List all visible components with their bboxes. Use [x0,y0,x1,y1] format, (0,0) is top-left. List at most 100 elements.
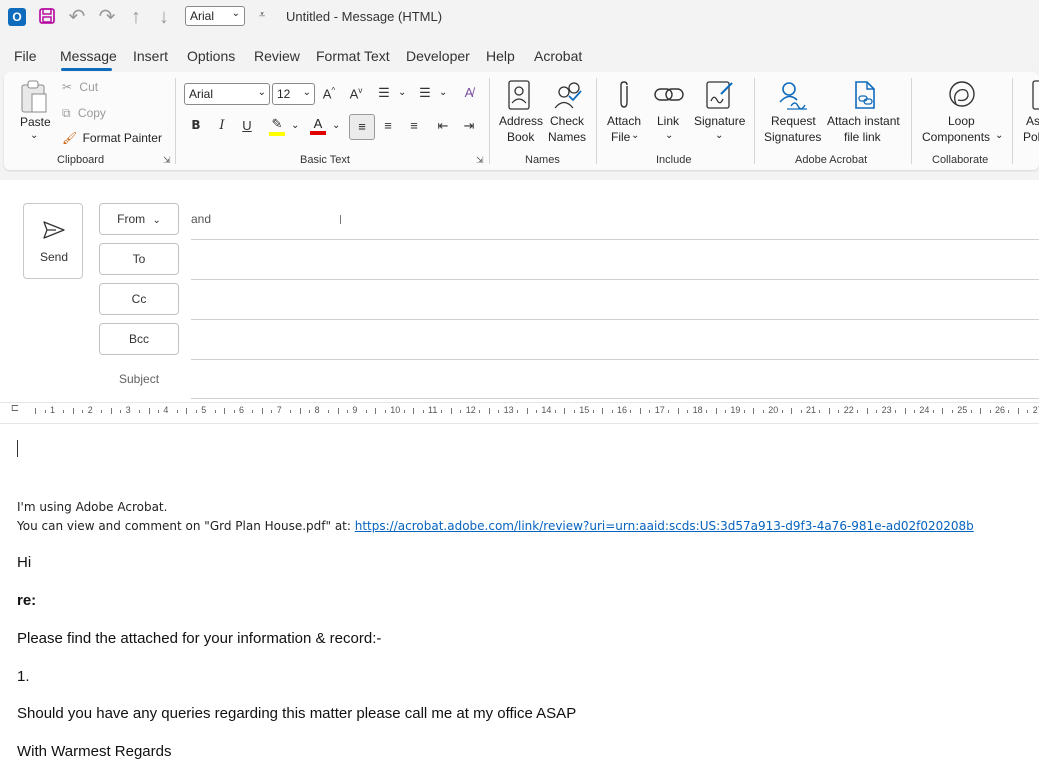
acrobat-review-link[interactable]: https://acrobat.adobe.com/link/review?ur… [355,519,974,533]
link-button[interactable]: Link ⌄ [652,78,686,148]
ruler-tick-label: 15 [579,405,590,415]
from-button[interactable]: From ⌄ [99,203,179,235]
attach-file-button[interactable]: Attach File ⌄ [604,78,646,148]
request-signatures-button[interactable]: Request Signatures [762,78,824,148]
tab-insert[interactable]: Insert [133,48,168,64]
ruler-minor-tick [120,410,122,413]
numbering-icon[interactable]: ☰ [415,85,435,101]
overflow-ribbon-button[interactable]: As Pol [1020,78,1039,148]
bcc-field[interactable] [191,323,1039,358]
signature-button[interactable]: Signature ⌄ [692,78,748,148]
chevron-down-icon: ⌄ [257,87,266,98]
highlight-icon[interactable]: ✎ [267,116,287,136]
ruler-tick-label: 26 [995,405,1006,415]
grow-font-icon[interactable]: A^ [319,86,339,101]
to-button[interactable]: To [99,243,179,275]
ruler-minor-tick [668,410,670,413]
ruler-tick-label: 24 [919,405,930,415]
ruler-minor-tick [554,410,556,413]
chevron-down-icon[interactable]: ⌄ [439,87,447,98]
increase-indent-icon[interactable]: ⇥ [459,118,479,134]
body-cursor [17,440,18,457]
ruler-tick-label: 12 [465,405,476,415]
bullets-icon[interactable]: ☰ [374,85,394,101]
font-size-select[interactable]: 12 ⌄ [272,83,315,105]
ruler-minor-tick [139,410,141,413]
ruler-minor-tick [44,410,46,413]
arrow-down-icon[interactable]: ↓ [153,7,175,27]
ruler-minor-tick [460,410,462,413]
address-book-label-2: Book [507,130,535,144]
save-icon[interactable] [38,7,56,25]
italic-button[interactable]: I [212,118,232,133]
bold-button[interactable]: B [186,118,206,132]
font-color-icon[interactable]: A [308,116,328,135]
align-left-button[interactable]: ≡ [349,114,375,140]
arrow-up-icon[interactable]: ↑ [125,7,147,27]
ruler-tick-label: 11 [428,405,438,415]
check-names-button[interactable]: Check Names [546,78,590,148]
format-painter-button[interactable]: 🖌 Format Painter [62,131,162,145]
bcc-underline [191,359,1039,360]
decrease-indent-icon[interactable]: ⇤ [433,118,453,134]
quick-font-select[interactable]: Arial ⌄ [185,6,245,26]
align-center-icon[interactable]: ≡ [378,118,398,133]
ruler-minor-tick [649,410,651,413]
tab-file[interactable]: File [14,48,37,64]
address-book-button[interactable]: Address Book [496,78,544,148]
ruler-minor-tick [791,408,793,414]
ruler-tick-label: 20 [768,405,779,415]
paste-button[interactable]: Paste ⌄ [14,78,54,144]
tab-review[interactable]: Review [254,48,300,64]
undo-icon[interactable]: ↶ [66,7,88,27]
tab-message[interactable]: Message [60,48,117,64]
tab-stop-selector-icon[interactable]: ⊏ [9,403,21,421]
ruler-minor-tick [970,410,972,413]
chevron-down-icon[interactable]: ⌄ [332,120,340,131]
ruler-minor-tick [309,410,311,413]
tab-developer[interactable]: Developer [406,48,470,64]
font-family-select[interactable]: Arial ⌄ [184,83,270,105]
underline-button[interactable]: U [237,118,257,133]
dialog-launcher-icon[interactable]: ⇲ [476,155,484,166]
shrink-font-icon[interactable]: Av [346,86,366,101]
copy-button[interactable]: ⧉ Copy [62,106,106,121]
copy-icon: ⧉ [62,106,71,120]
ruler-tick-label: 1 [50,405,56,415]
cc-button[interactable]: Cc [99,283,179,315]
tab-format-text[interactable]: Format Text [316,48,390,64]
ruler-tick-label: 14 [541,405,552,415]
adobe-acrobat-group-label: Adobe Acrobat [795,154,868,166]
bcc-button[interactable]: Bcc [99,323,179,355]
loop-components-button[interactable]: Loop Components ⌄ [920,78,1004,148]
ruler-minor-tick [715,408,717,414]
send-button[interactable]: Send [23,203,83,279]
cut-button[interactable]: ✂ Cut [62,80,98,94]
ruler-minor-tick [498,410,500,413]
tab-acrobat[interactable]: Acrobat [534,48,582,64]
font-family-value: Arial [189,87,214,101]
align-right-icon[interactable]: ≡ [404,118,424,133]
chevron-down-icon[interactable]: ⌄ [291,120,299,131]
tab-options[interactable]: Options [187,48,235,64]
request-signatures-label-1: Request [771,114,816,128]
separator [596,78,597,164]
attach-instant-file-link-button[interactable]: Attach instant file link [826,78,904,148]
ruler-minor-tick [63,410,65,413]
request-signatures-label-2: Signatures [764,130,822,144]
ruler-minor-tick [450,408,452,414]
to-field[interactable] [191,243,1039,278]
chevron-down-icon[interactable]: ⌄ [398,87,406,98]
ruler-minor-tick [346,410,348,413]
customize-toolbar-icon[interactable]: ⩡ [259,9,265,22]
cc-field[interactable] [191,283,1039,318]
separator [1012,78,1013,164]
subject-field[interactable] [191,363,1039,397]
dialog-launcher-icon[interactable]: ⇲ [163,155,171,166]
tab-help[interactable]: Help [486,48,515,64]
subject-label: Subject [119,372,160,386]
ruler-minor-tick [913,410,915,413]
clear-formatting-icon[interactable]: A̸ [459,85,479,100]
redo-icon[interactable]: ↷ [96,7,118,27]
ruler-minor-tick [630,410,632,413]
